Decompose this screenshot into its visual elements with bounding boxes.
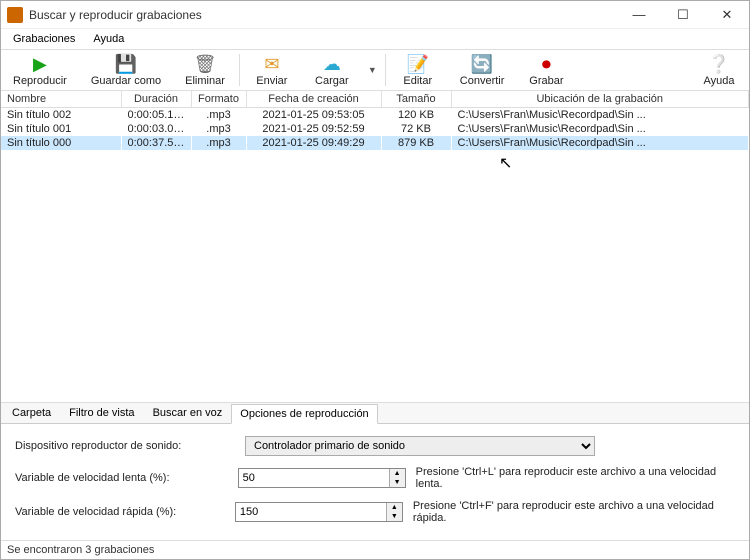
table-row[interactable]: Sin título 001 0:00:03.082 .mp3 2021-01-…: [1, 122, 749, 136]
edit-icon: 📝: [407, 54, 429, 74]
convert-button[interactable]: 🔄 Convertir: [448, 50, 517, 90]
window-title: Buscar y reproducir grabaciones: [29, 8, 617, 22]
bottom-tabs: Carpeta Filtro de vista Buscar en voz Op…: [1, 403, 749, 424]
trash-icon: 🗑: [194, 54, 217, 74]
delete-button[interactable]: 🗑 Eliminar: [173, 50, 237, 90]
record-button[interactable]: ⏺ Grabar: [516, 50, 576, 90]
fast-label: Variable de velocidad rápida (%):: [15, 506, 225, 518]
menu-ayuda[interactable]: Ayuda: [85, 31, 132, 47]
fast-speed-input[interactable]: ▲▼: [235, 502, 403, 522]
play-icon: ▶: [33, 54, 47, 74]
tab-carpeta[interactable]: Carpeta: [3, 403, 60, 423]
slow-hint: Presione 'Ctrl+L' para reproducir este a…: [416, 466, 735, 490]
play-button[interactable]: ▶ Reproducir: [1, 50, 79, 90]
fast-hint: Presione 'Ctrl+F' para reproducir este a…: [413, 500, 735, 524]
title-bar: Buscar y reproducir grabaciones — ☐ ✕: [1, 1, 749, 29]
app-icon: [7, 7, 23, 23]
edit-button[interactable]: 📝 Editar: [388, 50, 448, 90]
device-label: Dispositivo reproductor de sonido:: [15, 440, 235, 452]
slow-speed-input[interactable]: ▲▼: [238, 468, 406, 488]
toolbar: ▶ Reproducir 💾 Guardar como 🗑 Eliminar ✉…: [1, 50, 749, 91]
help-icon: ❔: [708, 54, 730, 74]
spin-up-icon[interactable]: ▲: [390, 469, 405, 478]
table-row[interactable]: Sin título 000 0:00:37.537 .mp3 2021-01-…: [1, 136, 749, 150]
menu-bar: Grabaciones Ayuda: [1, 29, 749, 50]
disk-icon: 💾: [115, 54, 137, 74]
mouse-cursor: ↖: [499, 153, 512, 173]
col-formato[interactable]: Formato: [191, 91, 246, 108]
spin-down-icon[interactable]: ▼: [387, 512, 402, 521]
envelope-icon: ✉: [264, 54, 279, 74]
menu-grabaciones[interactable]: Grabaciones: [5, 31, 83, 47]
cloud-upload-icon: ☁: [323, 54, 341, 74]
table-row[interactable]: Sin título 002 0:00:05.120 .mp3 2021-01-…: [1, 108, 749, 123]
spin-up-icon[interactable]: ▲: [387, 503, 402, 512]
upload-dropdown[interactable]: ▼: [362, 65, 383, 75]
record-icon: ⏺: [542, 54, 551, 74]
options-panel: Dispositivo reproductor de sonido: Contr…: [1, 424, 749, 540]
col-fecha[interactable]: Fecha de creación: [246, 91, 381, 108]
send-button[interactable]: ✉ Enviar: [242, 50, 302, 90]
minimize-button[interactable]: —: [617, 1, 661, 28]
tab-buscar[interactable]: Buscar en voz: [144, 403, 232, 423]
device-select[interactable]: Controlador primario de sonido: [245, 436, 595, 456]
close-button[interactable]: ✕: [705, 1, 749, 28]
col-nombre[interactable]: Nombre: [1, 91, 121, 108]
separator: [385, 54, 386, 86]
separator: [239, 54, 240, 86]
col-tamano[interactable]: Tamaño: [381, 91, 451, 108]
status-bar: Se encontraron 3 grabaciones: [1, 540, 749, 559]
tab-opciones[interactable]: Opciones de reproducción: [231, 404, 377, 424]
slow-label: Variable de velocidad lenta (%):: [15, 472, 228, 484]
convert-icon: 🔄: [471, 54, 493, 74]
maximize-button[interactable]: ☐: [661, 1, 705, 28]
col-ubicacion[interactable]: Ubicación de la grabación: [451, 91, 749, 108]
help-button[interactable]: ❔ Ayuda: [689, 50, 749, 90]
upload-button[interactable]: ☁ Cargar: [302, 50, 362, 90]
tab-filtro[interactable]: Filtro de vista: [60, 403, 143, 423]
save-as-button[interactable]: 💾 Guardar como: [79, 50, 173, 90]
col-duracion[interactable]: Duración: [121, 91, 191, 108]
spin-down-icon[interactable]: ▼: [390, 478, 405, 487]
recordings-table[interactable]: Nombre Duración Formato Fecha de creació…: [1, 91, 749, 403]
